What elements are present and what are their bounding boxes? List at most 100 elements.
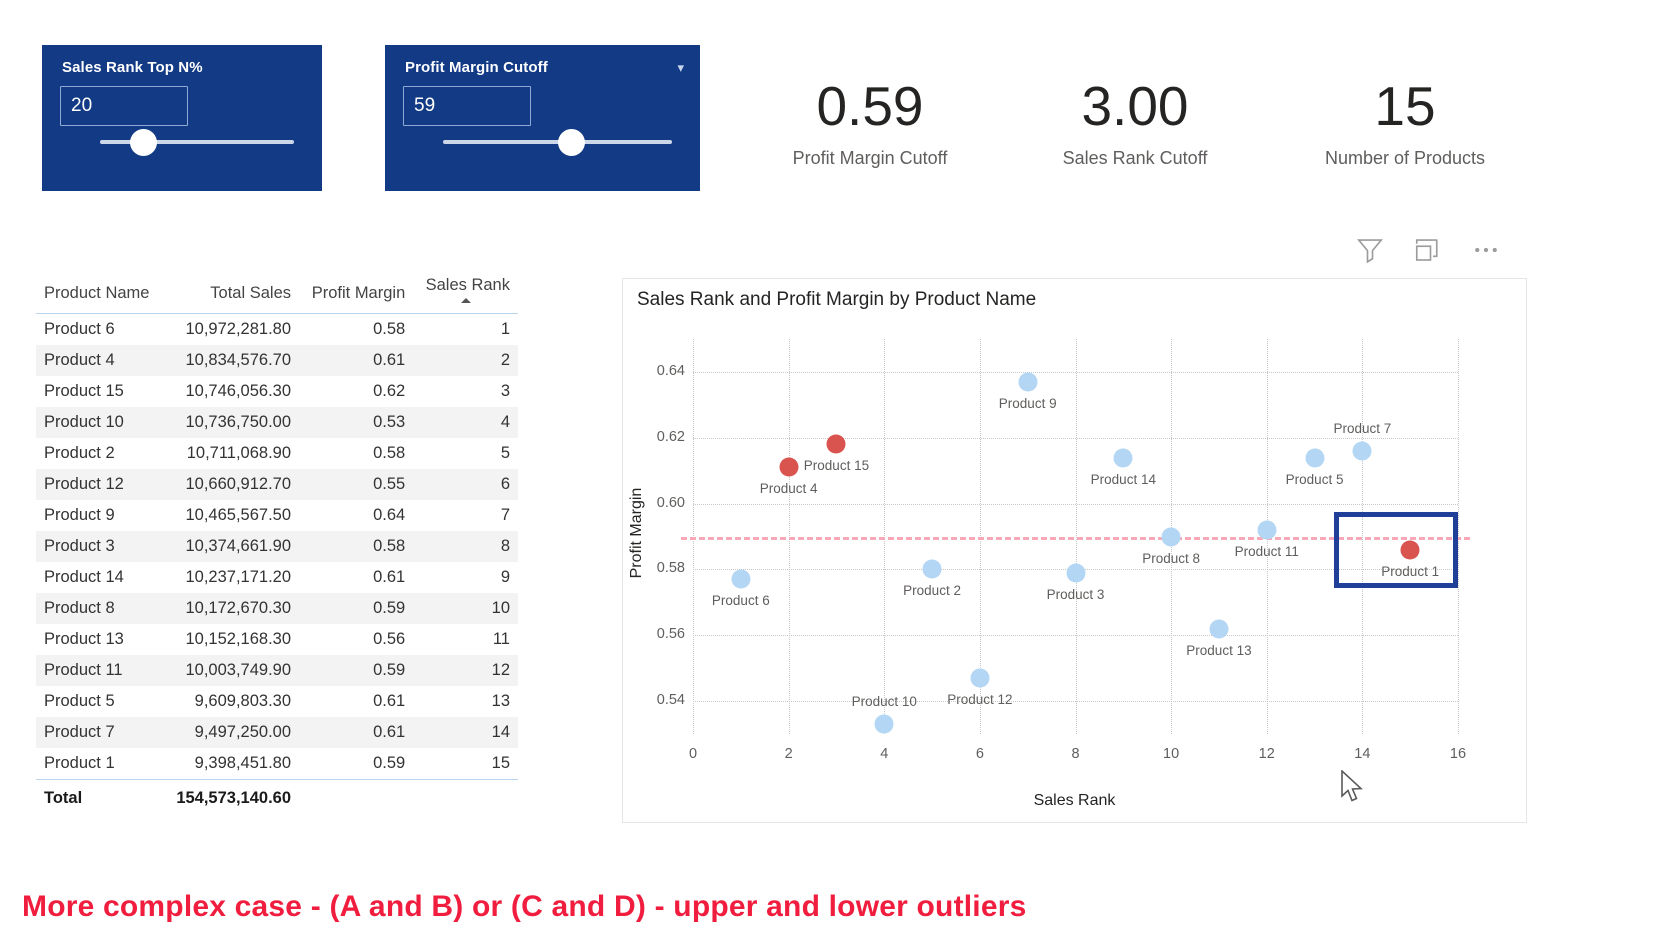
table-cell: 10 <box>491 599 510 617</box>
column-header-total-sales[interactable]: Total Sales <box>162 272 300 314</box>
table-cell: 0.61 <box>373 723 406 741</box>
table-row[interactable]: Product 14 10,237,171.20 0.61 9 <box>36 562 518 593</box>
scatter-point-label: Product 12 <box>947 692 1013 708</box>
slider-thumb[interactable] <box>558 129 585 156</box>
more-options-icon[interactable] <box>1471 235 1501 265</box>
table-row[interactable]: Product 13 10,152,168.30 0.56 11 <box>36 624 518 655</box>
scatter-chart-visual[interactable]: Sales Rank and Profit Margin by Product … <box>622 278 1527 823</box>
slicer-title: Sales Rank Top N% <box>62 59 203 76</box>
table-cell: Product 14 <box>44 568 124 586</box>
scatter-point[interactable] <box>874 714 894 734</box>
scatter-point[interactable] <box>1066 563 1085 583</box>
table-row[interactable]: Product 8 10,172,670.30 0.59 10 <box>36 593 518 624</box>
table-cell: 9 <box>500 568 510 586</box>
kpi-card-profit-margin-cutoff: 0.59 Profit Margin Cutoff <box>720 75 1020 169</box>
table-cell: 0.58 <box>373 537 406 555</box>
table-row[interactable]: Product 4 10,834,576.70 0.61 2 <box>36 345 518 376</box>
scatter-point[interactable] <box>1018 372 1038 392</box>
scatter-point-label: Product 5 <box>1285 471 1344 487</box>
scatter-point[interactable] <box>1400 540 1420 560</box>
slider-thumb[interactable] <box>130 129 157 156</box>
column-header-profit-margin[interactable]: Profit Margin <box>299 272 414 314</box>
y-tick-label: 0.56 <box>656 626 685 643</box>
kpi-card-number-of-products: 15 Number of Products <box>1255 77 1555 169</box>
profit-margin-cutoff-reference-line <box>681 536 1470 540</box>
table-row[interactable]: Product 10 10,736,750.00 0.53 4 <box>36 407 518 438</box>
table-row[interactable]: Product 1 9,398,451.80 0.59 15 <box>36 748 518 780</box>
scatter-point[interactable] <box>970 668 990 688</box>
table-cell: 15 <box>491 754 510 772</box>
slicer-sales-rank-top-n[interactable]: Sales Rank Top N% <box>42 45 322 191</box>
table-cell: 10,237,171.20 <box>185 568 292 586</box>
column-header-label: Product Name <box>44 284 150 302</box>
kpi-value: 0.59 <box>816 75 924 137</box>
table-row[interactable]: Product 9 10,465,567.50 0.64 7 <box>36 500 518 531</box>
table-cell: 8 <box>500 537 510 555</box>
focus-mode-icon[interactable] <box>1413 235 1443 265</box>
table-cell: 0.56 <box>373 630 406 648</box>
table-cell: Product 3 <box>44 537 115 555</box>
sales-rank-top-n-input[interactable] <box>60 86 188 126</box>
profit-margin-cutoff-input[interactable] <box>403 86 531 126</box>
y-tick-label: 0.64 <box>656 362 685 379</box>
table-cell: 0.61 <box>373 692 406 710</box>
products-table-visual[interactable]: Product Name Total Sales Profit Margin Sale… <box>36 272 518 814</box>
plot-area[interactable]: 0.54 0.56 0.58 0.60 0.62 0.64 0 2 4 6 8 10 12 14 16 Pro… <box>623 279 1526 822</box>
scatter-point[interactable] <box>1209 619 1229 639</box>
table-cell: 0.61 <box>373 568 406 586</box>
column-header-label: Total Sales <box>210 284 292 302</box>
profit-margin-slider[interactable] <box>403 129 682 156</box>
table-total-cell: 154,573,140.60 <box>162 779 300 814</box>
table-body: Product 6 10,972,281.80 0.58 1 Product 4 10,8… <box>36 314 518 780</box>
table-header-row: Product Name Total Sales Profit Margin Sale… <box>36 272 518 314</box>
table-cell: 0.59 <box>373 661 406 679</box>
table-row[interactable]: Product 6 10,972,281.80 0.58 1 <box>36 314 518 346</box>
table-row[interactable]: Product 12 10,660,912.70 0.55 6 <box>36 469 518 500</box>
scatter-point-label: Product 9 <box>998 395 1057 411</box>
scatter-point-label: Product 8 <box>1142 550 1201 566</box>
scatter-point-label: Product 2 <box>903 583 961 599</box>
scatter-point-label: Product 15 <box>803 458 870 474</box>
scatter-point-label: Product 7 <box>1333 420 1392 436</box>
scatter-point[interactable] <box>1305 448 1325 467</box>
table-cell: 10,465,567.50 <box>185 506 292 524</box>
table-row[interactable]: Product 7 9,497,250.00 0.61 14 <box>36 717 518 748</box>
filter-icon[interactable] <box>1355 235 1385 265</box>
scatter-point[interactable] <box>731 569 751 589</box>
scatter-point-label: Product 4 <box>759 481 818 497</box>
scatter-point[interactable] <box>1161 527 1181 546</box>
slicer-profit-margin-cutoff[interactable]: Profit Margin Cutoff ▾ <box>385 45 700 191</box>
x-tick-label: 2 <box>784 746 793 762</box>
table-cell: 10,972,281.80 <box>185 320 292 338</box>
x-tick-label: 14 <box>1354 746 1371 762</box>
column-header-sales-rank[interactable]: Sales Rank <box>413 272 518 314</box>
kpi-value: 3.00 <box>1081 75 1189 137</box>
chart-toolbar[interactable] <box>1355 235 1501 265</box>
table-cell: 10,374,661.90 <box>185 537 292 555</box>
table-cell: 0.61 <box>373 351 406 369</box>
scatter-point[interactable] <box>1113 448 1133 467</box>
table-row[interactable]: Product 11 10,003,749.90 0.59 12 <box>36 655 518 686</box>
table-header: Product Name Total Sales Profit Margin Sale… <box>36 272 518 314</box>
table-cell: 0.58 <box>373 320 406 338</box>
table-cell: 10,736,750.00 <box>185 413 292 431</box>
table-cell: 10,746,056.30 <box>185 382 292 400</box>
scatter-point[interactable] <box>779 457 799 477</box>
chevron-down-icon[interactable]: ▾ <box>677 61 684 74</box>
scatter-point[interactable] <box>826 434 846 454</box>
scatter-point[interactable] <box>922 559 942 579</box>
table-cell: 10,834,576.70 <box>185 351 292 369</box>
sales-rank-slider[interactable] <box>60 129 304 156</box>
scatter-point[interactable] <box>1352 441 1372 461</box>
table-row[interactable]: Product 3 10,374,661.90 0.58 8 <box>36 531 518 562</box>
scatter-point-label: Product 14 <box>1090 471 1156 487</box>
table-cell: 0.59 <box>373 599 406 617</box>
table-row[interactable]: Product 2 10,711,068.90 0.58 5 <box>36 438 518 469</box>
scatter-point[interactable] <box>1257 520 1277 540</box>
y-tick-label: 0.60 <box>656 494 685 511</box>
table-row[interactable]: Product 15 10,746,056.30 0.62 3 <box>36 376 518 407</box>
table-row[interactable]: Product 5 9,609,803.30 0.61 13 <box>36 686 518 717</box>
scatter-point-label: Product 13 <box>1186 642 1252 658</box>
table-cell: Product 9 <box>44 506 115 524</box>
column-header-product-name[interactable]: Product Name <box>36 272 163 314</box>
